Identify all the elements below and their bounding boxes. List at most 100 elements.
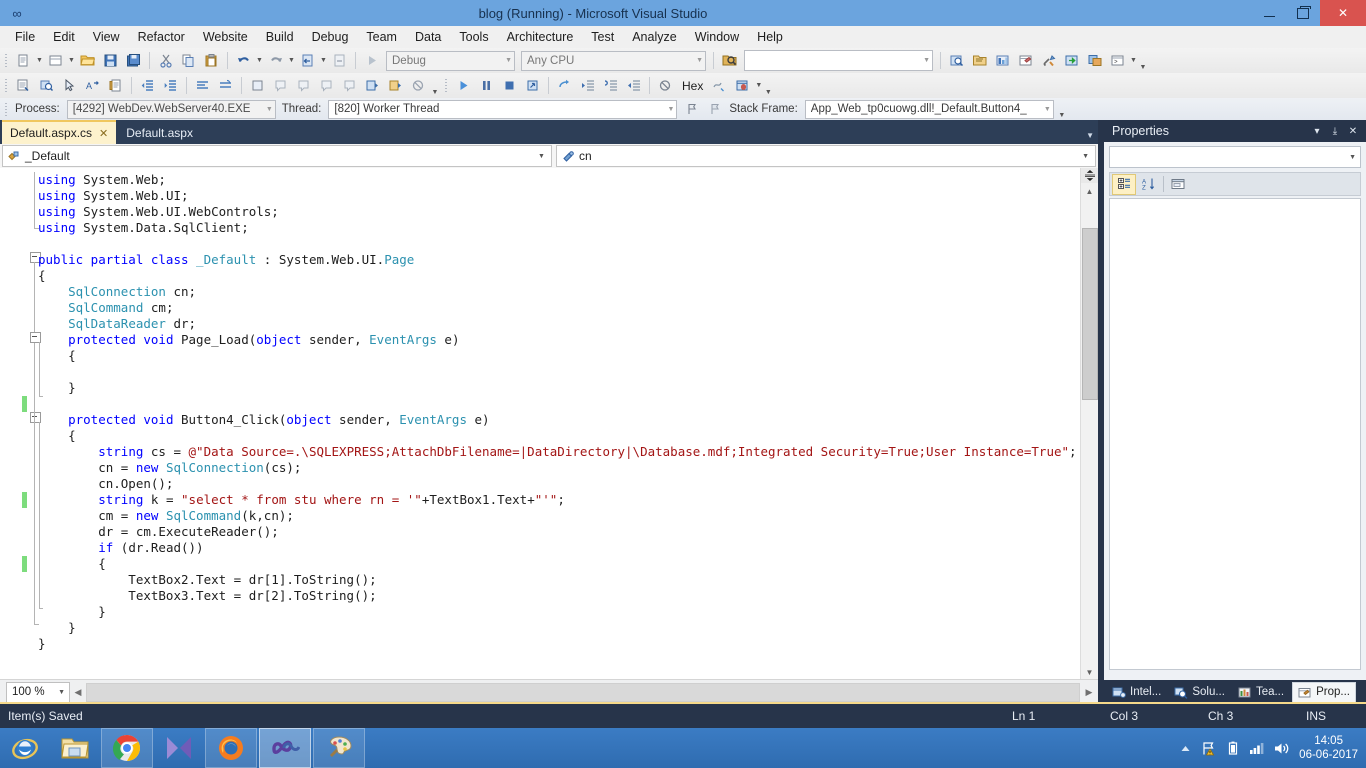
find-combo[interactable]: ▼ [744, 50, 933, 71]
source-code[interactable]: using System.Web; using System.Web.UI; usi… [38, 172, 1077, 652]
horizontal-scroll-track[interactable] [86, 682, 1080, 702]
menu-edit[interactable]: Edit [44, 27, 84, 47]
toolbar-grip[interactable] [3, 77, 10, 94]
step-out-icon[interactable] [623, 76, 644, 96]
menu-help[interactable]: Help [748, 27, 792, 47]
toggle-bookmark-icon[interactable] [247, 76, 268, 96]
taskbar-google-chrome[interactable] [101, 728, 153, 768]
flag-thread-icon[interactable] [681, 99, 702, 119]
toolbar-overflow-icon[interactable]: ▼ [1138, 51, 1148, 71]
window-menu-icon[interactable]: ▾ [1308, 126, 1326, 137]
menu-website[interactable]: Website [194, 27, 257, 47]
show-all-files-icon[interactable] [105, 76, 126, 96]
alphabetical-view-button[interactable]: AZ [1137, 175, 1159, 194]
solution-explorer-icon[interactable] [969, 51, 990, 71]
tab-default-aspx-cs[interactable]: Default.aspx.cs ✕ [2, 120, 117, 144]
menu-tools[interactable]: Tools [450, 27, 497, 47]
show-hidden-icons-icon[interactable] [1173, 729, 1197, 767]
editor-vertical-scrollbar[interactable]: ▲ ▼ [1080, 168, 1098, 680]
close-icon[interactable]: ✕ [99, 127, 108, 140]
taskbar-paint[interactable] [313, 728, 365, 768]
add-item-caret-icon[interactable]: ▼ [67, 51, 76, 71]
show-next-statement-icon[interactable] [554, 76, 575, 96]
decrease-indent-icon[interactable] [137, 76, 158, 96]
uncomment-selection-icon[interactable] [215, 76, 236, 96]
properties-window-icon[interactable] [1015, 51, 1036, 71]
unflag-thread-icon[interactable] [704, 99, 725, 119]
taskbar-clock[interactable]: 14:05 06-06-2017 [1293, 734, 1358, 762]
signal-strength-icon[interactable] [1245, 729, 1269, 767]
menu-refactor[interactable]: Refactor [129, 27, 194, 47]
menu-file[interactable]: File [6, 27, 44, 47]
scroll-left-button[interactable]: ◀ [70, 687, 86, 698]
paste-icon[interactable] [201, 51, 222, 71]
code-editor[interactable]: using System.Web; using System.Web.UI; usi… [0, 168, 1098, 680]
step-over-icon[interactable] [600, 76, 621, 96]
toolbar-overflow-icon[interactable]: ▼ [1057, 99, 1067, 119]
tab-team-explorer[interactable]: Tea... [1233, 683, 1289, 702]
toolbar-overflow-icon[interactable]: ▼ [763, 76, 773, 96]
menu-architecture[interactable]: Architecture [498, 27, 583, 47]
network-warning-icon[interactable] [1197, 729, 1221, 767]
debug-windows-icon[interactable] [732, 76, 753, 96]
threads-icon[interactable] [709, 76, 730, 96]
menu-data[interactable]: Data [406, 27, 450, 47]
vertical-scroll-thumb[interactable] [1082, 228, 1098, 400]
undo-icon[interactable] [233, 51, 254, 71]
scroll-down-button[interactable]: ▼ [1081, 664, 1098, 680]
menu-view[interactable]: View [84, 27, 129, 47]
command-window-caret-icon[interactable]: ▼ [1129, 51, 1138, 71]
categorized-view-button[interactable] [1112, 173, 1136, 195]
scroll-right-button[interactable]: ▶ [1080, 687, 1098, 698]
close-button[interactable]: ✕ [1320, 0, 1366, 26]
menu-analyze[interactable]: Analyze [623, 27, 685, 47]
export-icon[interactable] [1061, 51, 1082, 71]
tab-default-aspx[interactable]: Default.aspx [118, 122, 201, 144]
tab-properties[interactable]: Prop... [1292, 681, 1356, 703]
tab-solution-explorer[interactable]: Solu... [1169, 683, 1230, 702]
taskbar-visual-studio[interactable] [259, 728, 311, 768]
hex-display-button[interactable]: Hex [677, 79, 708, 93]
menu-window[interactable]: Window [686, 27, 748, 47]
undo-caret-icon[interactable]: ▼ [255, 51, 264, 71]
navigate-backward-caret-icon[interactable]: ▼ [319, 51, 328, 71]
previous-bookmark-folder-icon[interactable] [316, 76, 337, 96]
debug-toolbar-grip[interactable] [443, 77, 450, 94]
minimize-button[interactable] [1252, 0, 1286, 26]
cut-icon[interactable] [155, 51, 176, 71]
save-icon[interactable] [100, 51, 121, 71]
stop-debugging-icon[interactable] [499, 76, 520, 96]
next-bookmark-folder-icon[interactable] [339, 76, 360, 96]
tab-overflow-icon[interactable]: ▼ [1086, 131, 1094, 140]
volume-icon[interactable] [1269, 729, 1293, 767]
menu-team[interactable]: Team [357, 27, 406, 47]
scroll-up-button[interactable]: ▲ [1081, 183, 1098, 199]
new-item-caret-icon[interactable]: ▼ [35, 51, 44, 71]
toggle-word-wrap-icon[interactable]: A [82, 76, 103, 96]
redo-caret-icon[interactable]: ▼ [287, 51, 296, 71]
break-all-icon[interactable] [476, 76, 497, 96]
find-in-files-icon[interactable] [719, 51, 740, 71]
taskbar-internet-explorer[interactable] [0, 729, 50, 767]
comment-selection-icon[interactable] [192, 76, 213, 96]
battery-icon[interactable] [1221, 729, 1245, 767]
object-browser-icon[interactable] [946, 51, 967, 71]
tab-intellitrace[interactable]: Intel... [1107, 683, 1166, 702]
toolbar-overflow-icon[interactable]: ▼ [430, 76, 440, 96]
pin-icon[interactable]: ⤓ [1326, 126, 1344, 137]
tools-options-icon[interactable] [1038, 51, 1059, 71]
toolbar-grip[interactable] [3, 52, 10, 69]
member-navigation-combo[interactable]: cn ▼ [555, 145, 1096, 167]
type-navigation-combo[interactable]: _Default ▼ [2, 145, 552, 167]
close-icon[interactable]: ✕ [1344, 126, 1362, 137]
toolbox-icon[interactable] [992, 51, 1013, 71]
menu-build[interactable]: Build [257, 27, 303, 47]
solution-configuration-combo[interactable]: Debug ▼ [386, 50, 515, 71]
taskbar-media-player[interactable] [154, 729, 204, 767]
step-into-icon[interactable] [577, 76, 598, 96]
save-all-icon[interactable] [123, 51, 144, 71]
previous-bookmark-icon[interactable] [270, 76, 291, 96]
navigate-backward-icon[interactable] [297, 51, 318, 71]
thread-combo[interactable]: [820] Worker Thread ▼ [328, 99, 678, 119]
continue-icon[interactable] [453, 76, 474, 96]
